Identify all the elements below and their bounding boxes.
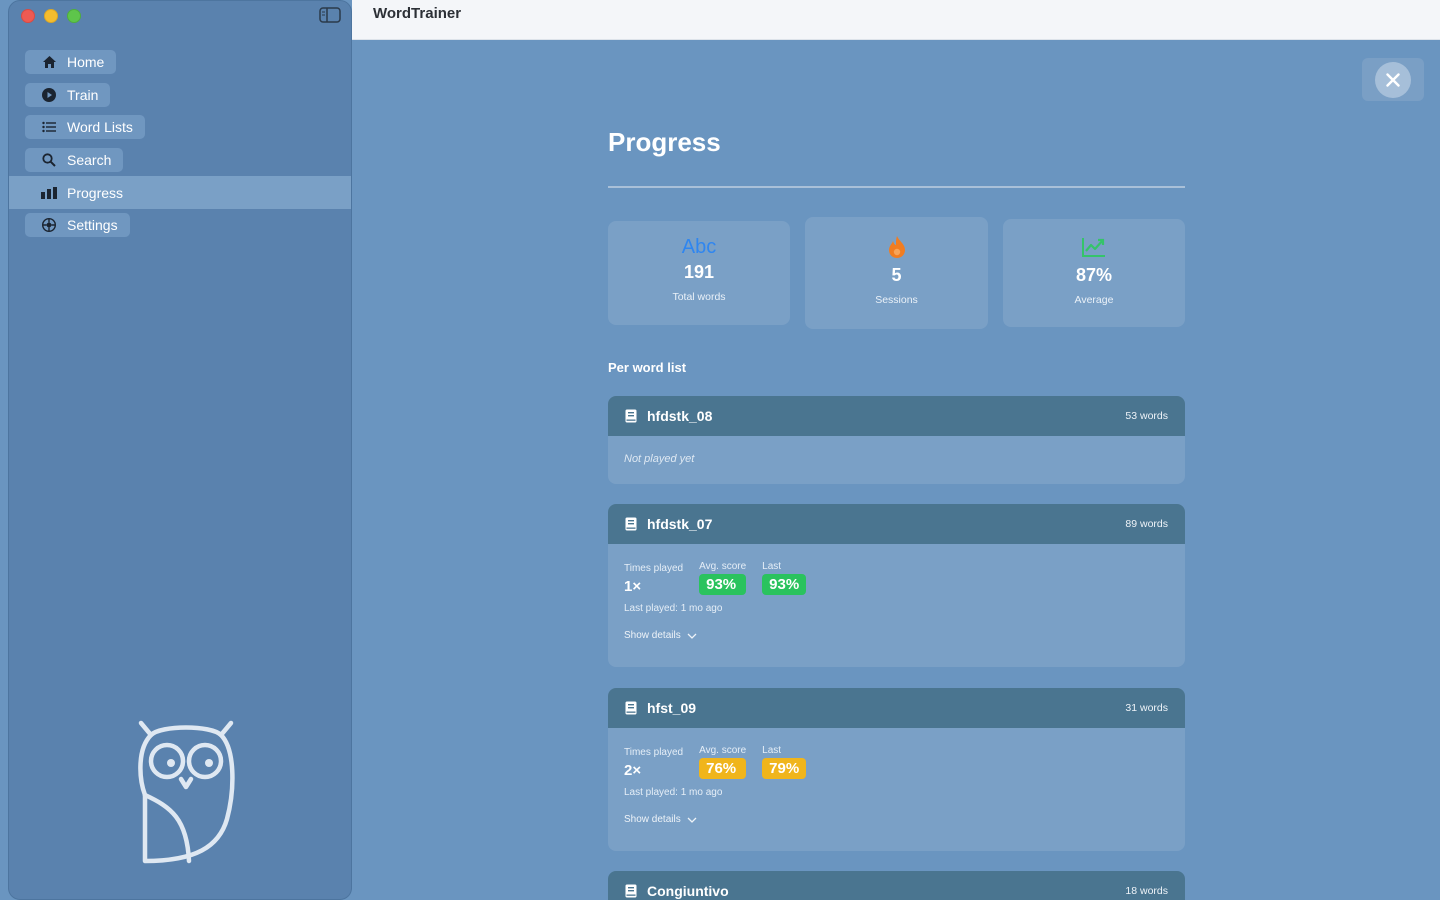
list-header: hfst_09 31 words <box>608 688 1185 728</box>
word-list-card: hfdstk_08 53 words Not played yet <box>608 396 1185 484</box>
word-count: 18 words <box>1125 885 1168 897</box>
sidebar-item-label: Settings <box>67 217 118 234</box>
list-header: Congiuntivo 18 words <box>608 871 1185 900</box>
show-details-button[interactable]: Show details <box>624 630 1169 641</box>
list-name: Congiuntivo <box>647 883 729 899</box>
play-circle-icon <box>41 87 57 103</box>
last-score-label: Last <box>762 561 782 572</box>
sidebar-item-label: Search <box>67 152 112 169</box>
status-text: Not played yet <box>624 453 695 465</box>
last-score-badge: 93% <box>762 574 807 595</box>
book-icon <box>625 884 637 898</box>
show-details-button[interactable]: Show details <box>624 814 1169 825</box>
word-count: 53 words <box>1125 410 1168 422</box>
chevron-down-icon <box>687 817 697 823</box>
last-played-text: Last played: 1 mo ago <box>624 603 723 614</box>
list-name: hfdstk_08 <box>647 408 713 424</box>
list-header: hfdstk_07 89 words <box>608 504 1185 544</box>
stat-value: 87% <box>1075 265 1113 285</box>
close-sheet-area <box>1362 58 1424 101</box>
sidebar-item-train[interactable]: Train <box>9 79 351 112</box>
word-count: 89 words <box>1125 518 1168 530</box>
times-played-value: 2× <box>624 762 642 779</box>
sidebar-item-label: Home <box>67 54 105 71</box>
stat-label: Total words <box>672 291 726 303</box>
sidebar-item-search[interactable]: Search <box>9 144 351 177</box>
sidebar: Home Train Word Lists Search Progress Se… <box>8 0 352 900</box>
sidebar-item-label: Train <box>67 86 99 103</box>
window-controls <box>21 9 81 23</box>
chevron-down-icon <box>687 633 697 639</box>
title-divider <box>608 186 1185 188</box>
stat-label: Sessions <box>875 294 918 306</box>
list-header: hfdstk_08 53 words <box>608 396 1185 436</box>
abc-icon: Abc <box>681 235 717 258</box>
avg-score-label: Avg. score <box>699 745 747 756</box>
word-list-card: hfst_09 31 words Times played 2× Avg. sc… <box>608 688 1185 851</box>
times-played-value: 1× <box>624 578 642 595</box>
page-title: Progress <box>608 127 721 157</box>
owl-logo-icon <box>138 720 235 864</box>
sidebar-nav: Home Train Word Lists Search Progress Se… <box>9 46 351 242</box>
last-score-badge: 79% <box>762 758 807 779</box>
avg-score-badge: 93% <box>699 574 747 595</box>
list-name: hfdstk_07 <box>647 516 713 532</box>
close-button[interactable] <box>1375 61 1411 98</box>
sidebar-item-settings[interactable]: Settings <box>9 209 351 242</box>
search-icon <box>41 152 57 168</box>
stat-value: 5 <box>891 265 902 285</box>
stat-card-sessions: 5 Sessions <box>805 217 988 329</box>
list-name: hfst_09 <box>647 700 697 716</box>
sidebar-item-word-lists[interactable]: Word Lists <box>9 111 351 144</box>
sidebar-item-label: Progress <box>67 184 124 201</box>
close-icon <box>1386 72 1400 87</box>
sidebar-toggle-icon[interactable] <box>319 7 341 23</box>
avg-score-label: Avg. score <box>699 561 747 572</box>
sidebar-item-home[interactable]: Home <box>9 46 351 79</box>
house-icon <box>41 54 57 70</box>
minimize-window-button[interactable] <box>44 9 58 23</box>
section-label: Per word list <box>608 360 687 375</box>
word-list-card: Congiuntivo 18 words <box>608 871 1185 900</box>
app-title: WordTrainer <box>373 5 462 22</box>
zoom-window-button[interactable] <box>67 9 81 23</box>
word-count: 31 words <box>1125 702 1168 714</box>
list-icon <box>41 119 57 135</box>
trend-chart-icon <box>1081 235 1107 259</box>
times-played-label: Times played <box>624 747 684 758</box>
book-icon <box>625 701 637 715</box>
avg-score-badge: 76% <box>699 758 747 779</box>
stat-card-total-words: Abc 191 Total words <box>608 221 790 325</box>
last-score-label: Last <box>762 745 782 756</box>
gear-icon <box>41 217 57 233</box>
book-icon <box>625 409 637 423</box>
stat-label: Average <box>1074 294 1114 306</box>
stat-value: 191 <box>683 262 715 282</box>
last-played-text: Last played: 1 mo ago <box>624 787 723 798</box>
bar-chart-icon <box>41 185 57 201</box>
close-window-button[interactable] <box>21 9 35 23</box>
word-list-card: hfdstk_07 89 words Times played 1× Avg. … <box>608 504 1185 667</box>
book-icon <box>625 517 637 531</box>
flame-icon <box>888 235 906 259</box>
sidebar-item-label: Word Lists <box>67 119 133 136</box>
title-bar: WordTrainer <box>352 0 1440 40</box>
stat-card-average: 87% Average <box>1003 219 1185 327</box>
sidebar-item-progress[interactable]: Progress <box>9 176 351 209</box>
times-played-label: Times played <box>624 563 684 574</box>
